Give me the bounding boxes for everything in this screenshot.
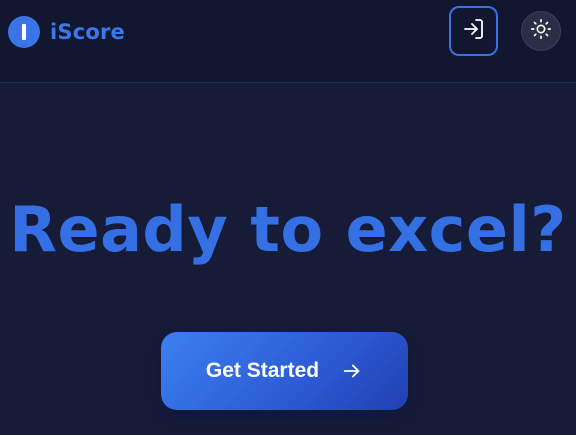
get-started-label: Get Started bbox=[205, 359, 320, 382]
get-started-button[interactable]: Get Started bbox=[161, 332, 408, 410]
hero-title: Ready to excel? bbox=[9, 193, 567, 266]
app-root: iScore Ready to excel? Get Started bbox=[0, 0, 576, 435]
brand-name: iScore bbox=[50, 20, 125, 44]
brand-logo-mark bbox=[22, 24, 26, 40]
sign-in-icon bbox=[462, 17, 486, 45]
brand-logo-icon bbox=[8, 16, 40, 48]
top-navbar: iScore bbox=[0, 0, 576, 83]
brand-link[interactable]: iScore bbox=[8, 16, 125, 48]
arrow-right-icon bbox=[341, 360, 363, 382]
theme-toggle-button[interactable] bbox=[521, 11, 561, 51]
sun-icon bbox=[530, 18, 552, 44]
login-button[interactable] bbox=[449, 6, 498, 56]
